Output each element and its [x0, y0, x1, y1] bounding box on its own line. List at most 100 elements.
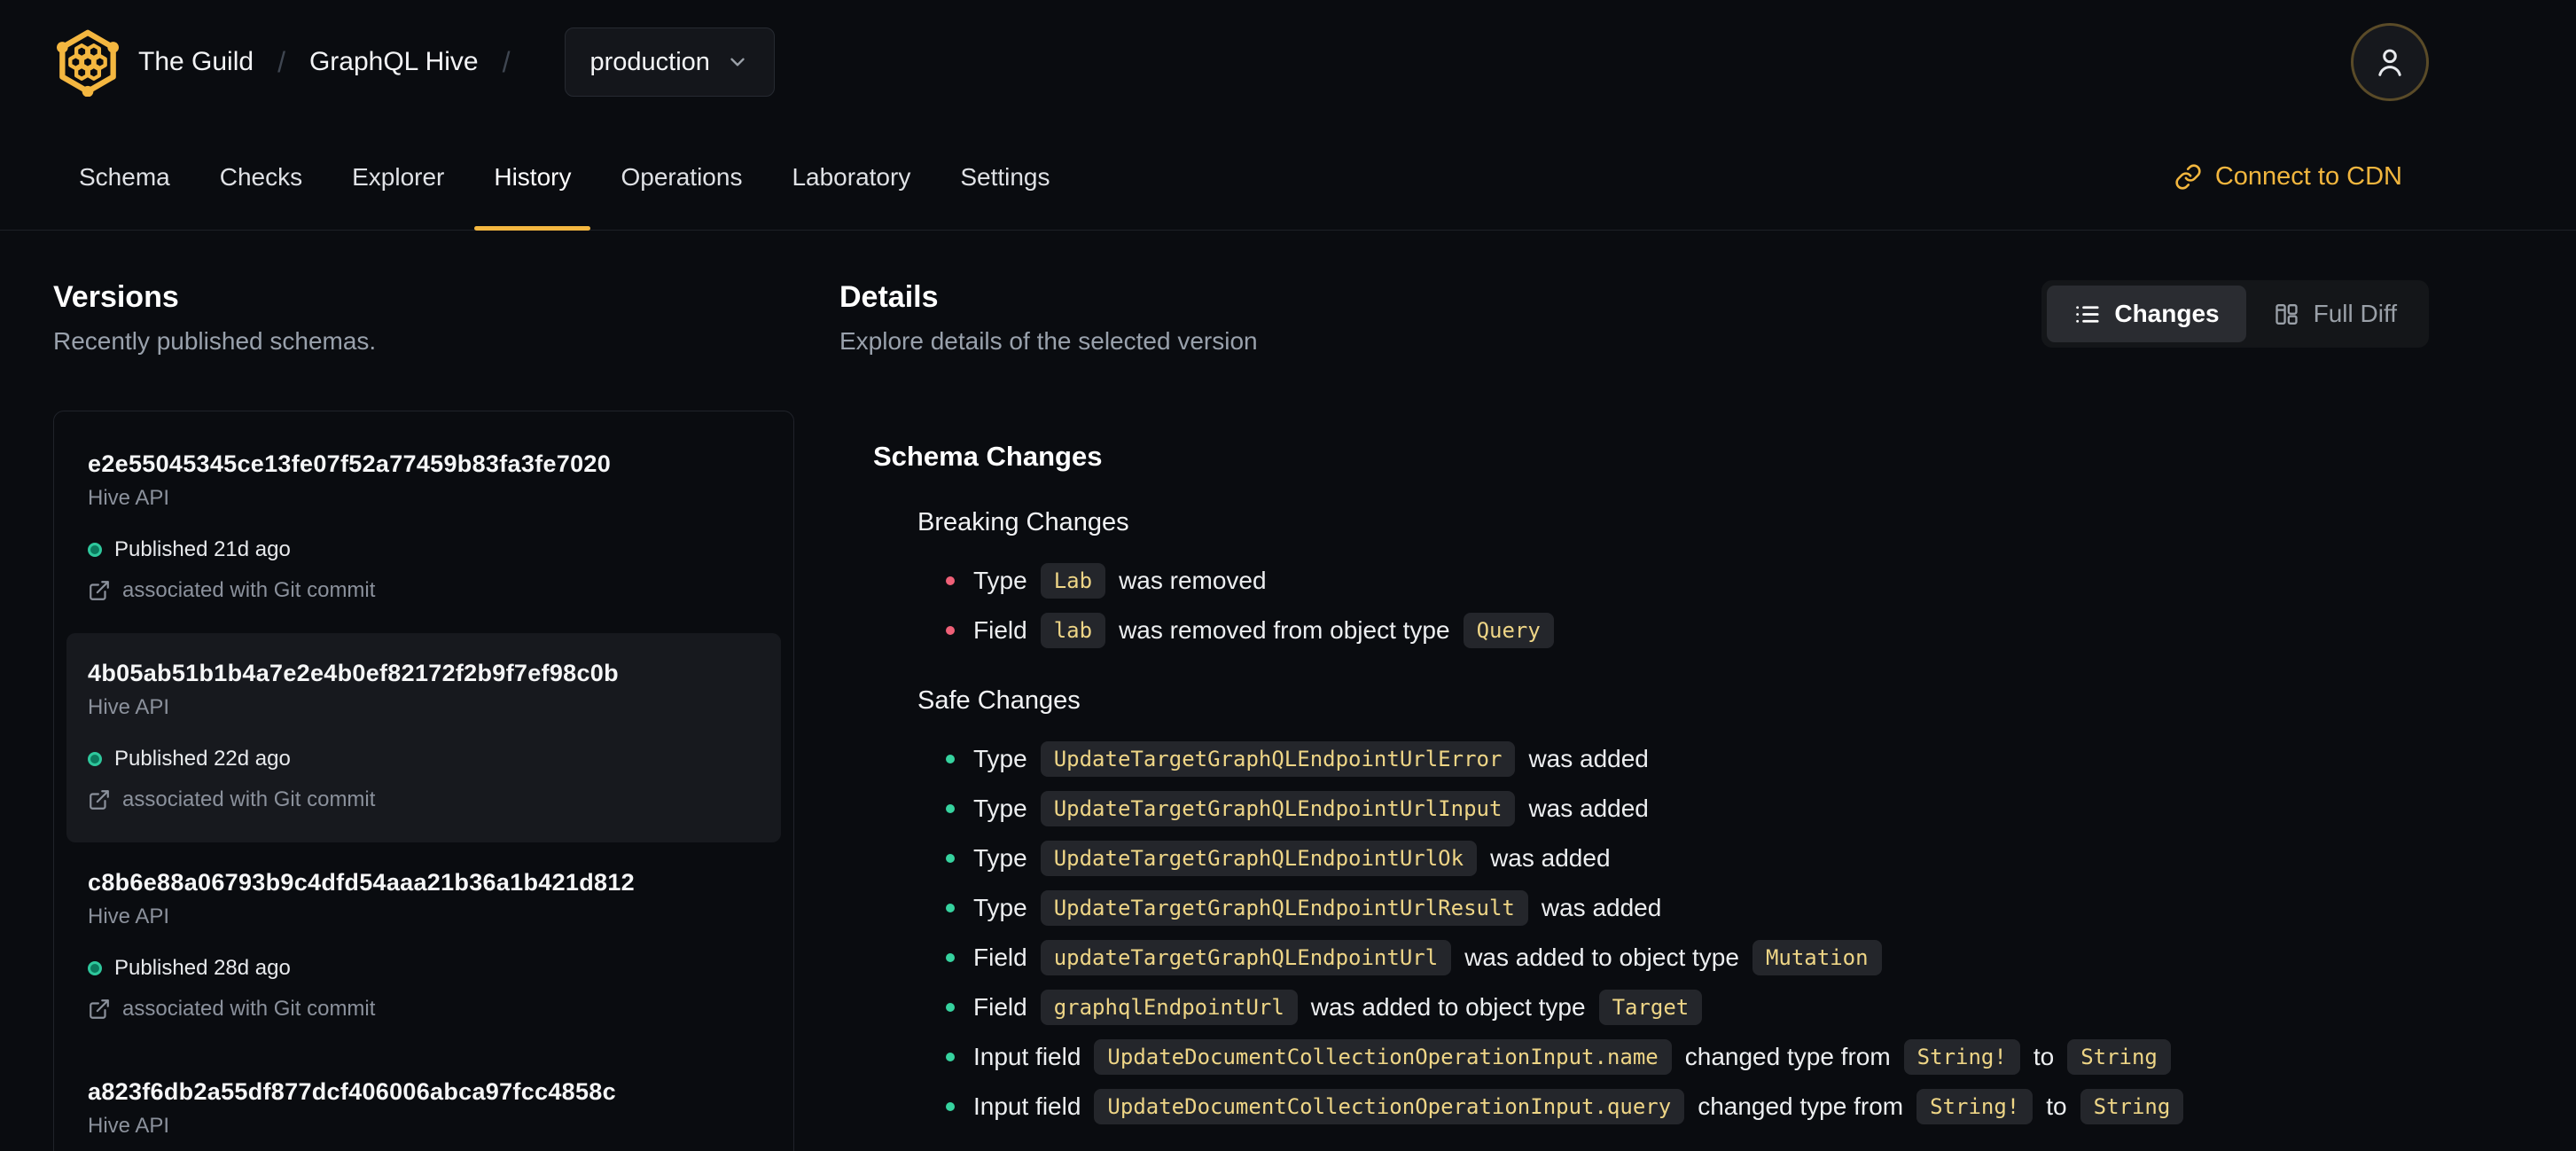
- view-toggle-changes[interactable]: Changes: [2047, 286, 2246, 342]
- chevron-down-icon: [726, 51, 749, 74]
- version-hash: c8b6e88a06793b9c4dfd54aaa21b36a1b421d812: [88, 869, 635, 896]
- code-chip: String: [2067, 1039, 2171, 1075]
- change-text: Input field: [973, 1043, 1081, 1070]
- hive-logo-icon[interactable]: [53, 27, 122, 97]
- code-chip: UpdateDocumentCollectionOperationInput.q…: [1094, 1089, 1685, 1124]
- change-row: Field graphqlEndpointUrl was added to obje…: [946, 987, 2429, 1028]
- user-avatar[interactable]: [2351, 23, 2429, 101]
- change-sections: Breaking Changes Type Lab was removed Field l…: [873, 508, 2429, 1127]
- change-text: Field: [973, 616, 1027, 644]
- change-text: was removed: [1119, 567, 1267, 594]
- change-text: was added: [1528, 795, 1649, 822]
- code-chip: String!: [1903, 1039, 2020, 1075]
- change-row: Type UpdateTargetGraphQLEndpointUrlError w…: [946, 739, 2429, 779]
- code-chip: UpdateDocumentCollectionOperationInput.n…: [1094, 1039, 1672, 1075]
- details-subtitle: Explore details of the selected version: [839, 327, 1258, 355]
- details-header: Details Explore details of the selected …: [839, 280, 2429, 356]
- columns-icon: [2273, 301, 2300, 328]
- external-link-icon: [88, 788, 111, 811]
- change-text: Input field: [973, 1092, 1081, 1120]
- breadcrumb-org[interactable]: The Guild: [138, 47, 254, 77]
- schema-changes-title: Schema Changes: [873, 441, 1103, 472]
- change-description: Type UpdateTargetGraphQLEndpointUrlOk was …: [973, 841, 1611, 876]
- target-selector-dropdown[interactable]: production: [564, 27, 775, 97]
- change-description: Type UpdateTargetGraphQLEndpointUrlResult…: [973, 890, 1661, 926]
- change-bullet-icon: [946, 953, 955, 962]
- version-service: Hive API: [88, 904, 170, 928]
- change-description: Field updateTargetGraphQLEndpointUrl was a…: [973, 940, 1882, 975]
- breadcrumb-separator: /: [502, 45, 511, 78]
- version-hash: a823f6db2a55df877dcf406006abca97fcc4858c: [88, 1078, 616, 1105]
- change-description: Input field UpdateDocumentCollectionOpera…: [973, 1089, 2184, 1124]
- schema-changes-section: Schema Changes Breaking Changes Type Lab wa…: [873, 441, 2429, 1127]
- change-text: was added: [1490, 844, 1611, 872]
- git-commit-link[interactable]: associated with Git commit: [88, 997, 760, 1022]
- breaking-changes-list: Type Lab was removed Field lab was removed fr…: [873, 560, 2429, 651]
- version-status-text: Published 22d ago: [114, 747, 291, 771]
- git-commit-link[interactable]: associated with Git commit: [88, 578, 760, 603]
- change-text: Type: [973, 894, 1027, 921]
- version-status-text: Published 28d ago: [114, 956, 291, 980]
- git-commit-text: associated with Git commit: [122, 578, 376, 602]
- version-status: Published 28d ago: [88, 956, 760, 981]
- published-dot-icon: [88, 961, 102, 975]
- change-bullet-icon: [946, 755, 955, 763]
- version-card[interactable]: e2e55045345ce13fe07f52a77459b83fa3fe7020…: [66, 424, 781, 633]
- code-chip: UpdateTargetGraphQLEndpointUrlResult: [1040, 890, 1528, 926]
- tab-schema[interactable]: Schema: [54, 124, 195, 230]
- code-chip: UpdateTargetGraphQLEndpointUrlError: [1040, 741, 1516, 777]
- versions-title: Versions: [53, 280, 179, 314]
- change-bullet-icon: [946, 854, 955, 863]
- external-link-icon: [88, 998, 111, 1021]
- change-row: Field updateTargetGraphQLEndpointUrl was a…: [946, 937, 2429, 978]
- safe-changes-title: Safe Changes: [917, 686, 1081, 715]
- nav-row: Schema Checks Explorer History Operations Lab…: [0, 124, 2576, 231]
- list-icon: [2073, 301, 2101, 328]
- versions-subtitle: Recently published schemas.: [53, 327, 377, 355]
- code-chip: updateTargetGraphQLEndpointUrl: [1040, 940, 1452, 975]
- change-row: Type UpdateTargetGraphQLEndpointUrlOk was …: [946, 838, 2429, 879]
- change-row: Field lab was removed from object type Quer…: [946, 610, 2429, 651]
- change-description: Type UpdateTargetGraphQLEndpointUrlError w…: [973, 741, 1649, 777]
- version-card[interactable]: c8b6e88a06793b9c4dfd54aaa21b36a1b421d812…: [66, 842, 781, 1052]
- version-status: Published 21d ago: [88, 537, 760, 562]
- code-chip: Target: [1598, 990, 1703, 1025]
- change-row: Input field UpdateDocumentCollectionOpera…: [946, 1086, 2429, 1127]
- change-text: was added to object type: [1464, 944, 1739, 971]
- details-heading-group: Details Explore details of the selected …: [839, 280, 1258, 356]
- change-row: Type Lab was removed: [946, 560, 2429, 601]
- tab-operations[interactable]: Operations: [596, 124, 767, 230]
- tab-checks[interactable]: Checks: [195, 124, 327, 230]
- tab-explorer[interactable]: Explorer: [327, 124, 469, 230]
- version-card[interactable]: a823f6db2a55df877dcf406006abca97fcc4858c…: [66, 1052, 781, 1151]
- view-mode-toggle: Changes Full Diff: [2041, 280, 2429, 348]
- view-toggle-label: Changes: [2114, 300, 2220, 327]
- git-commit-text: associated with Git commit: [122, 997, 376, 1021]
- breadcrumb: The Guild / GraphQL Hive / production: [138, 27, 775, 97]
- change-description: Type UpdateTargetGraphQLEndpointUrlInput w…: [973, 791, 1649, 826]
- change-text: changed type from: [1684, 1043, 1891, 1070]
- external-link-icon: [88, 579, 111, 602]
- version-service: Hive API: [88, 695, 170, 719]
- breadcrumb-project[interactable]: GraphQL Hive: [309, 47, 479, 77]
- change-text: to: [2046, 1092, 2067, 1120]
- change-text: Field: [973, 993, 1027, 1021]
- code-chip: Mutation: [1752, 940, 1882, 975]
- details-title: Details: [839, 280, 939, 314]
- change-row: Type UpdateTargetGraphQLEndpointUrlResult…: [946, 888, 2429, 928]
- change-text: was added to object type: [1310, 993, 1586, 1021]
- top-bar: The Guild / GraphQL Hive / production: [0, 0, 2576, 124]
- version-card[interactable]: 4b05ab51b1b4a7e2e4b0ef82172f2b9f7ef98c0b…: [66, 633, 781, 842]
- code-chip: lab: [1040, 613, 1106, 648]
- connect-to-cdn-button[interactable]: Connect to CDN: [2174, 124, 2402, 230]
- tab-settings[interactable]: Settings: [935, 124, 1074, 230]
- git-commit-link[interactable]: associated with Git commit: [88, 787, 760, 812]
- tab-history[interactable]: History: [469, 124, 596, 231]
- tab-laboratory[interactable]: Laboratory: [767, 124, 935, 230]
- change-text: Type: [973, 795, 1027, 822]
- view-toggle-full-diff[interactable]: Full Diff: [2246, 286, 2424, 342]
- code-chip: String: [2080, 1089, 2184, 1124]
- details-panel: Details Explore details of the selected …: [839, 280, 2429, 1136]
- link-icon: [2175, 164, 2201, 190]
- change-row: Type UpdateTargetGraphQLEndpointUrlInput w…: [946, 788, 2429, 829]
